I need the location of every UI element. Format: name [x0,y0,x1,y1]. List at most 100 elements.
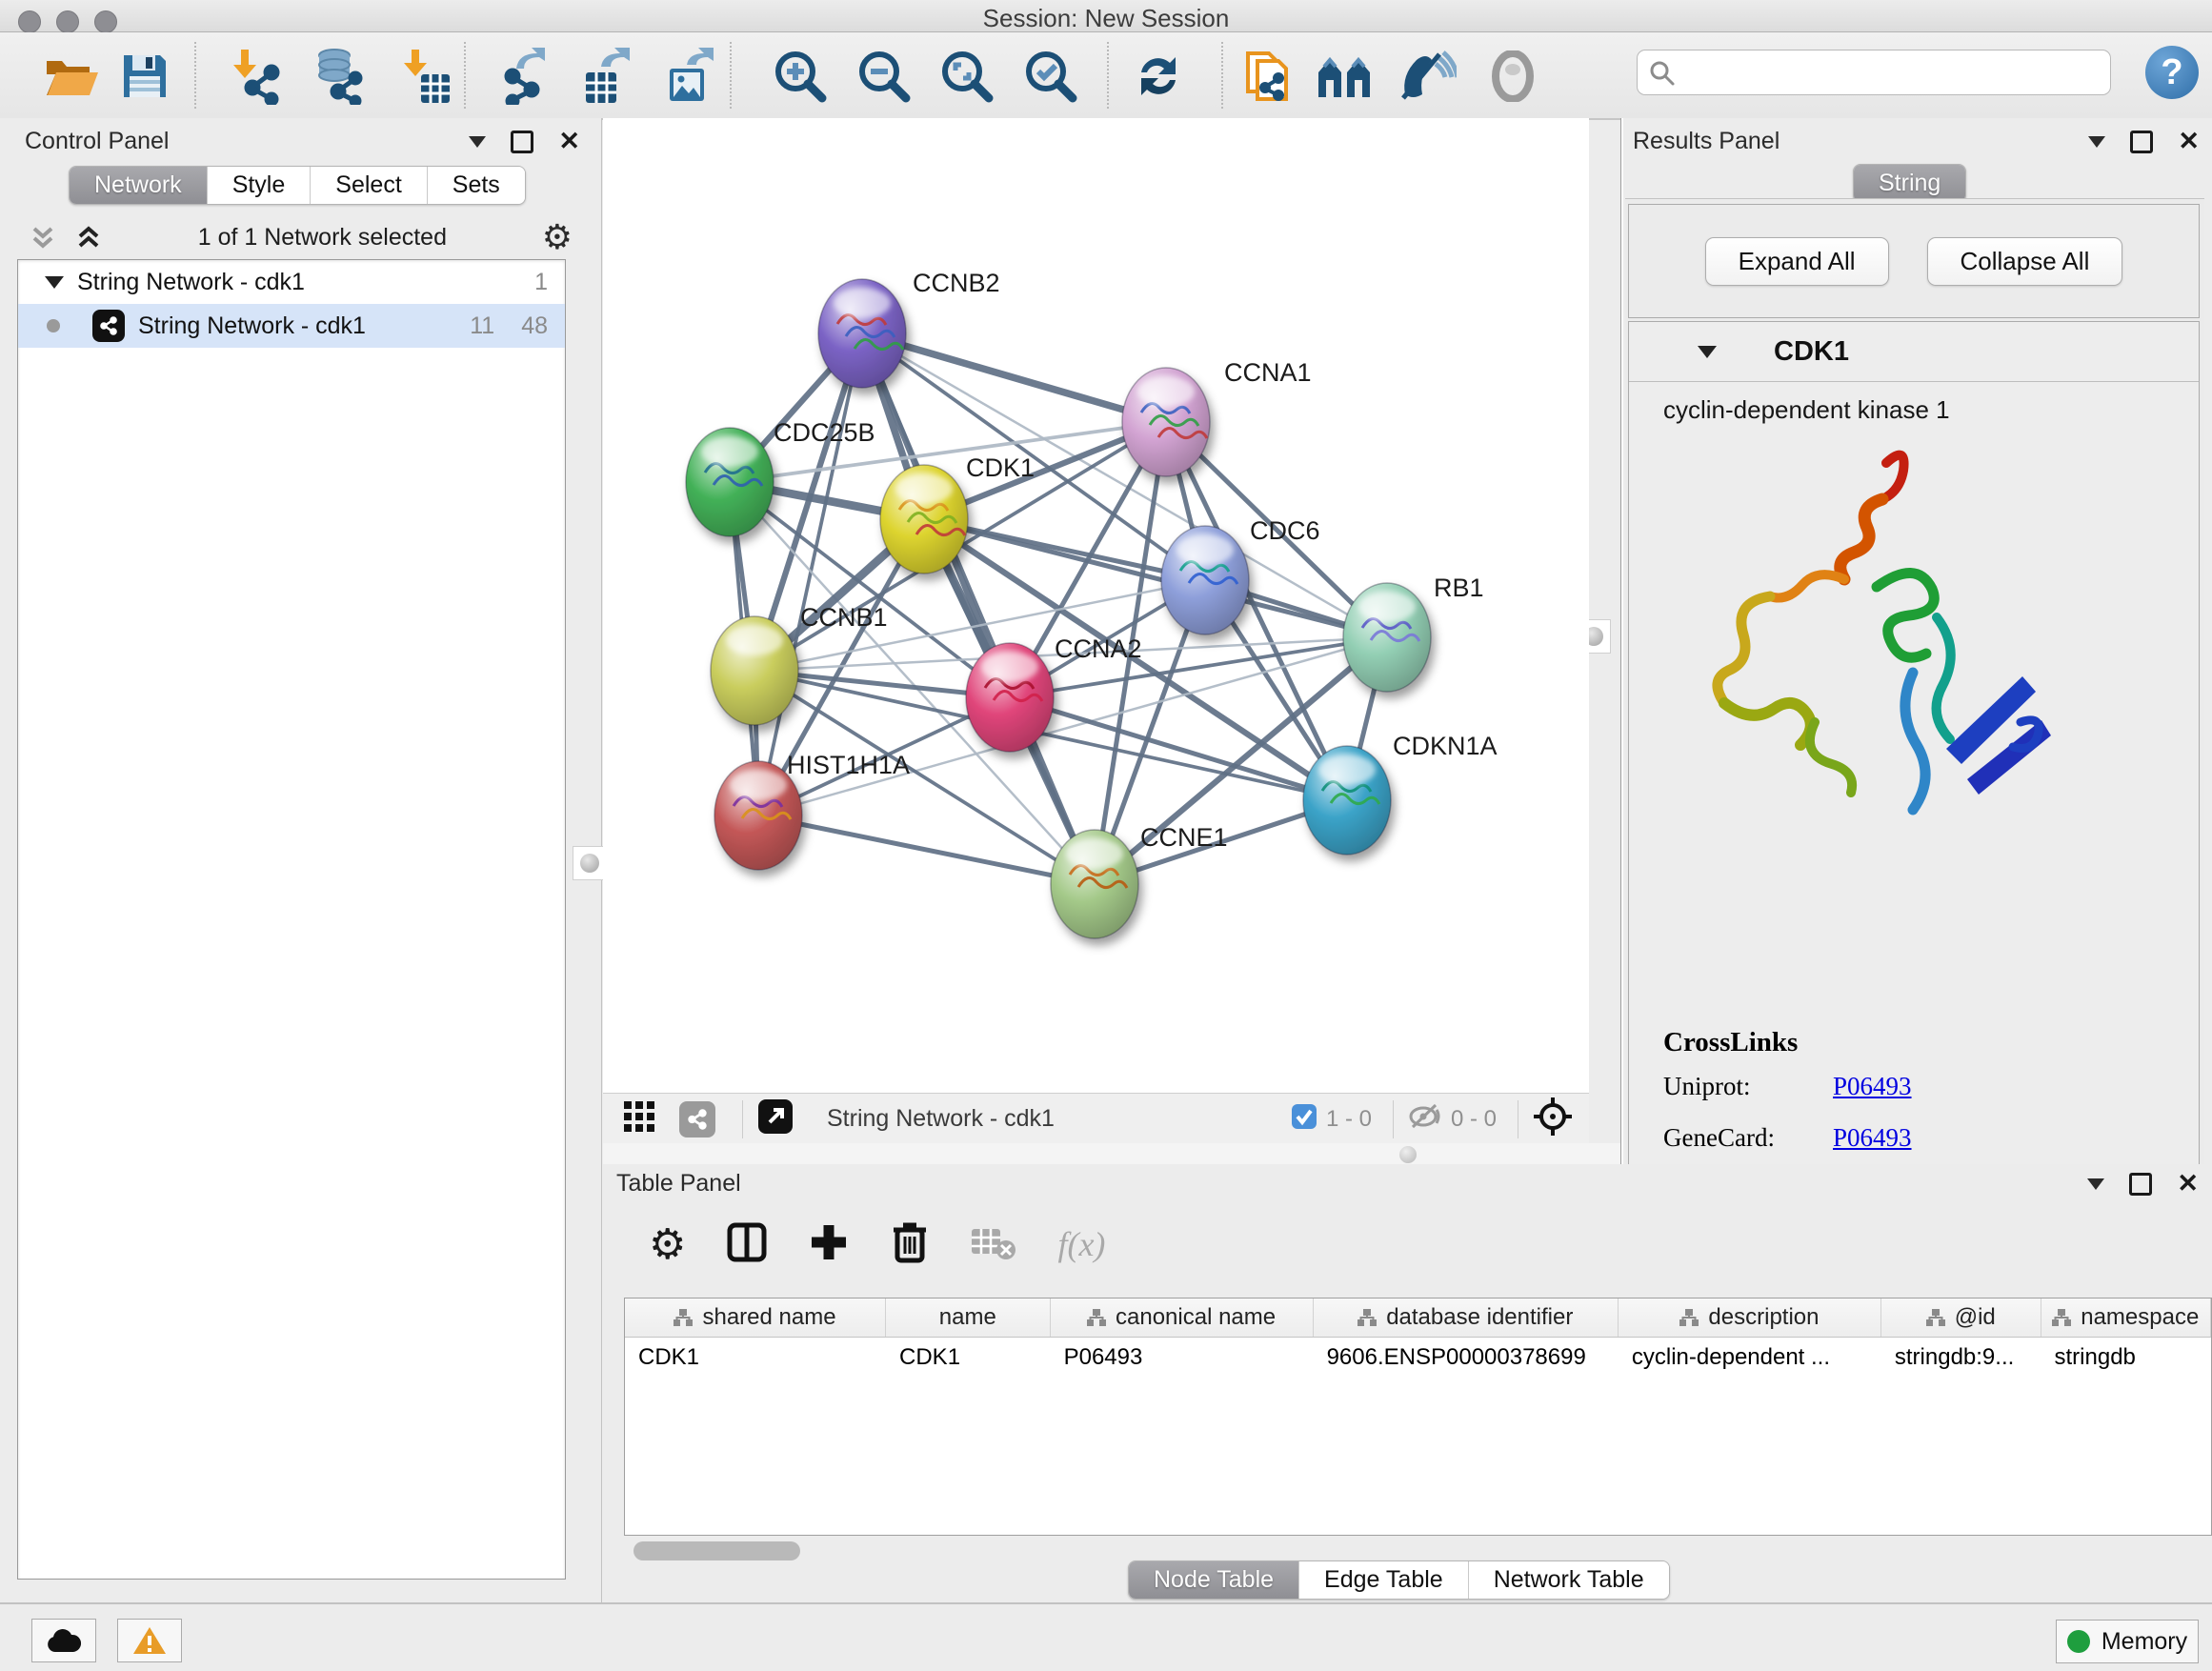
tab-select[interactable]: Select [311,167,427,204]
export-table-button[interactable] [577,46,638,107]
panel-float-icon[interactable] [511,131,533,153]
network-graph[interactable]: CCNB2CCNA1CDC25BCDK1CDC6RB1CCNB1CCNA2CDK… [603,118,1589,1093]
panel-float-icon[interactable] [2129,1173,2152,1196]
table-cell[interactable]: P06493 [1051,1338,1314,1378]
network-canvas[interactable]: CCNB2CCNA1CDC25BCDK1CDC6RB1CCNB1CCNA2CDK… [603,118,1589,1093]
table-cell[interactable]: stringdb [2041,1338,2211,1378]
panel-menu-icon[interactable] [469,136,486,148]
table-horizontal-scrollbar[interactable] [633,1541,800,1560]
import-network-button[interactable] [225,46,286,107]
gear-icon[interactable]: ⚙ [542,217,573,257]
show-columns-icon[interactable] [726,1221,768,1268]
show-graphics-button[interactable] [1482,46,1543,107]
memory-button[interactable]: Memory [2056,1620,2199,1663]
network-edge[interactable] [758,815,1095,884]
table-row[interactable]: CDK1CDK1P064939606.ENSP00000378699cyclin… [625,1338,2211,1378]
tab-sets[interactable]: Sets [428,167,525,204]
gear-icon[interactable]: ⚙ [649,1220,686,1269]
zoom-out-button[interactable] [854,46,915,107]
network-node-CCNE1[interactable] [1051,830,1138,938]
network-node-CCNB2[interactable] [818,279,906,388]
crosslink-label: Uniprot: [1663,1072,1833,1101]
network-node-CDK1[interactable] [880,465,968,574]
panel-close-icon[interactable]: ✕ [558,129,580,154]
selected-checkbox-icon[interactable] [1290,1102,1318,1136]
tab-node-table[interactable]: Node Table [1129,1561,1299,1599]
export-image-button[interactable] [661,46,722,107]
network-edge[interactable] [862,333,1166,422]
column-header-name[interactable]: name [886,1299,1051,1337]
save-session-button[interactable] [114,46,175,107]
add-column-icon[interactable] [808,1221,850,1268]
tab-network-table[interactable]: Network Table [1469,1561,1669,1599]
copy-network-button[interactable] [1238,46,1299,107]
panel-menu-icon[interactable] [2088,136,2105,148]
import-network-from-database-button[interactable] [308,46,369,107]
crosshair-icon[interactable] [1532,1096,1574,1142]
tab-edge-table[interactable]: Edge Table [1299,1561,1469,1599]
warning-button[interactable] [117,1619,182,1662]
cloud-button[interactable] [31,1619,96,1662]
column-header-canonical-name[interactable]: canonical name [1051,1299,1314,1337]
collapse-all-icon[interactable] [29,223,57,252]
memory-label: Memory [2101,1628,2187,1656]
network-edge[interactable] [758,333,862,815]
first-neighbors-button[interactable] [1315,46,1376,107]
edge-count: 48 [521,312,565,340]
zoom-in-button[interactable] [770,46,831,107]
column-header-shared-name[interactable]: shared name [625,1299,886,1337]
node-section-header[interactable]: CDK1 [1629,322,2199,382]
column-header-namespace[interactable]: namespace [2041,1299,2211,1337]
network-node-CCNA2[interactable] [966,643,1054,752]
expand-all-icon[interactable] [74,223,103,252]
crosslink-link[interactable]: P06493 [1833,1123,1912,1152]
tree-expander-icon[interactable] [45,276,64,289]
table-cell[interactable]: cyclin-dependent ... [1619,1338,1881,1378]
open-session-button[interactable] [40,46,101,107]
panel-float-icon[interactable] [2130,131,2153,153]
hide-graphics-button[interactable] [1397,46,1458,107]
network-collection-row[interactable]: String Network - cdk1 1 [18,260,565,304]
table-cell[interactable]: CDK1 [886,1338,1051,1378]
help-button[interactable]: ? [2145,46,2199,99]
node-gloss [701,436,758,467]
section-expander-icon[interactable] [1698,346,1717,358]
export-network-button[interactable] [496,46,557,107]
zoom-fit-button[interactable] [936,46,997,107]
table-cell[interactable]: CDK1 [625,1338,886,1378]
tab-style[interactable]: Style [208,167,312,204]
table-cell[interactable]: stringdb:9... [1881,1338,2041,1378]
network-node-CDC25B[interactable] [686,428,774,536]
import-table-button[interactable] [395,46,456,107]
expand-all-button[interactable]: Expand All [1705,237,1889,286]
left-splitter-handle[interactable] [573,846,607,880]
tab-string[interactable]: String [1854,165,1965,202]
panel-menu-icon[interactable] [2087,1178,2104,1190]
panel-close-icon[interactable]: ✕ [2177,1171,2199,1197]
column-header-database-identifier[interactable]: database identifier [1314,1299,1619,1337]
zoom-selected-button[interactable] [1020,46,1081,107]
tab-network[interactable]: Network [70,167,208,204]
network-row[interactable]: String Network - cdk1 11 48 [18,304,565,348]
apply-layout-button[interactable] [1128,46,1189,107]
search-input[interactable] [1676,58,2110,87]
node-label-CDC6: CDC6 [1250,516,1320,545]
birdseye-grid-icon[interactable] [622,1099,656,1138]
network-node-CDC6[interactable] [1161,526,1249,634]
column-header-description[interactable]: description [1619,1299,1881,1337]
string-badge-icon[interactable] [679,1101,715,1137]
detach-view-icon[interactable] [756,1097,794,1140]
panel-close-icon[interactable]: ✕ [2178,129,2200,154]
column-header-@id[interactable]: @id [1881,1299,2041,1337]
delete-column-icon[interactable] [890,1219,930,1270]
node-table[interactable]: shared namenamecanonical namedatabase id… [624,1298,2212,1536]
network-node-CCNB1[interactable] [711,616,798,725]
table-cell[interactable]: 9606.ENSP00000378699 [1314,1338,1619,1378]
crosslink-link[interactable]: P06493 [1833,1072,1912,1100]
splitter-grip[interactable] [1399,1146,1417,1163]
network-node-CDKN1A[interactable] [1303,746,1391,855]
search-field[interactable] [1637,50,2111,95]
network-node-RB1[interactable] [1343,583,1431,692]
collapse-all-button[interactable]: Collapse All [1927,237,2123,286]
network-node-CCNA1[interactable] [1122,368,1210,476]
